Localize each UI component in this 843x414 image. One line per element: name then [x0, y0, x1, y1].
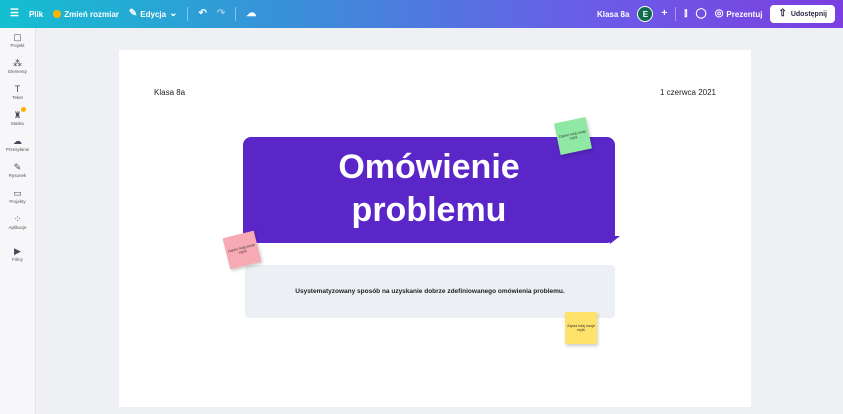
divider	[187, 7, 189, 21]
present-icon: ◎	[714, 8, 724, 19]
apps-icon: ⁘	[13, 214, 22, 224]
sidebar-item-przesylanie[interactable]: ☁ Przesyłanie	[0, 136, 35, 156]
sidebar-item-label: Rysunek	[8, 173, 27, 178]
chevron-down-icon: ⌄	[169, 8, 178, 19]
sidebar-item-aplikacje[interactable]: ⁘ Aplikacje	[0, 214, 35, 234]
sidebar-item-rysunek[interactable]: ✎ Rysunek	[0, 162, 35, 182]
sidebar-item-label: Marka	[11, 121, 24, 126]
slide-subtitle: Usystematyzowany sposób na uzyskanie dob…	[295, 288, 565, 295]
cloud-save-button[interactable]: ☁	[246, 9, 256, 19]
plus-icon[interactable]: +	[661, 9, 667, 19]
text-icon: T	[14, 84, 21, 94]
sidebar-item-label: Tekst	[12, 95, 23, 100]
document-title[interactable]: Klasa 8a	[597, 10, 629, 19]
sidebar-item-label: Elementy	[8, 69, 27, 74]
sidebar-item-tekst[interactable]: T Tekst	[0, 84, 35, 104]
folder-icon: ▭	[13, 188, 22, 198]
resize-label: Zmień rozmiar	[64, 9, 119, 19]
sidebar-item-marka[interactable]: ♜ Marka	[0, 107, 35, 130]
sidebar-item-projekt[interactable]: ▢ Projekt	[0, 32, 35, 52]
brand-icon-glyph: ♜	[13, 110, 22, 120]
undo-icon: ↶	[198, 8, 207, 19]
upload-icon: ⇧	[778, 8, 787, 19]
divider	[235, 7, 237, 21]
toolbar-right: Klasa 8a E + ⫾ ◯ ◎ Prezentuj ⇧ Udostępni…	[597, 5, 843, 23]
cloud-icon: ☁	[246, 8, 257, 19]
crown-badge	[20, 107, 26, 112]
avatar[interactable]: E	[637, 6, 654, 22]
redo-button[interactable]: ↷	[217, 9, 225, 19]
brand-icon: ♜	[13, 107, 26, 120]
share-label: Udostępnij	[790, 10, 827, 18]
pencil-icon: ✎	[128, 8, 138, 19]
present-button[interactable]: ◎ Prezentuj	[715, 9, 763, 19]
sticky-note-yellow[interactable]: Zapisz tutaj swoje myśli	[565, 312, 597, 344]
date-label[interactable]: 1 czerwca 2021	[660, 88, 716, 97]
title-bubble[interactable]: Omówienie problemu	[243, 137, 615, 243]
present-label: Prezentuj	[726, 9, 763, 19]
slide-canvas[interactable]: Klasa 8a 1 czerwca 2021 Omówienie proble…	[119, 50, 751, 407]
subtitle-box[interactable]: Usystematyzowany sposób na uzyskanie dob…	[245, 265, 615, 318]
draw-icon: ✎	[13, 162, 22, 172]
top-toolbar: ☰ Plik Zmień rozmiar ✎ Edycja ⌄ ↶ ↷ ☁ Kl…	[0, 0, 843, 28]
sidebar-item-label: Przesyłanie	[5, 147, 30, 152]
sidebar-item-projekty[interactable]: ▭ Projekty	[0, 188, 35, 208]
sidebar-item-elementy[interactable]: ⁂ Elementy	[0, 58, 35, 78]
sidebar-item-label: Projekty	[9, 199, 26, 204]
sidebar-item-label: Filmy	[12, 257, 23, 262]
sticky-note-green[interactable]: Zapisz tutaj swoje myśli	[554, 117, 592, 155]
divider	[675, 7, 677, 21]
slide-title-line2: problemu	[351, 191, 507, 229]
comment-icon[interactable]: ◯	[695, 9, 706, 19]
crown-icon	[53, 10, 62, 18]
edit-menu[interactable]: ✎ Edycja ⌄	[129, 9, 178, 19]
resize-button[interactable]: Zmień rozmiar	[53, 10, 119, 19]
video-icon: ▶	[14, 246, 21, 256]
share-button[interactable]: ⇧ Udostępnij	[770, 5, 835, 23]
edit-label: Edycja	[140, 9, 167, 19]
sidebar-item-label: Projekt	[10, 43, 25, 48]
sidebar-item-label: Aplikacje	[8, 225, 27, 230]
class-label[interactable]: Klasa 8a	[154, 88, 185, 97]
menu-button[interactable]: ☰	[10, 9, 19, 19]
left-sidebar: ▢ Projekt ⁂ Elementy T Tekst ♜ Marka ☁ P…	[0, 28, 36, 414]
template-icon: ▢	[13, 32, 22, 42]
undo-button[interactable]: ↶	[198, 9, 206, 19]
upload-icon: ☁	[13, 136, 22, 146]
sidebar-item-filmy[interactable]: ▶ Filmy	[0, 246, 35, 266]
hamburger-icon: ☰	[10, 8, 19, 19]
file-menu[interactable]: Plik	[29, 10, 43, 19]
elements-icon: ⁂	[13, 58, 22, 68]
analytics-icon[interactable]: ⫾	[684, 9, 687, 19]
redo-icon: ↷	[216, 8, 226, 19]
bubble-tail	[610, 236, 620, 244]
